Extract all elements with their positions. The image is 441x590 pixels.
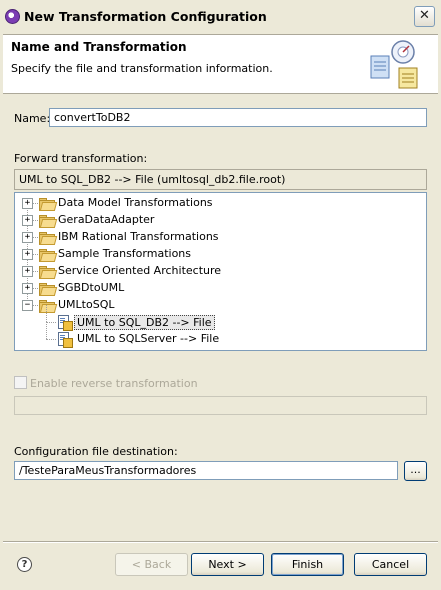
folder-icon xyxy=(39,232,58,245)
name-input[interactable]: convertToDB2 xyxy=(49,108,427,127)
tree-connector-line xyxy=(33,254,38,255)
tree-node-label: SGBDtoUML xyxy=(58,281,125,294)
tree-folder-node[interactable]: + Data Model Transformations xyxy=(15,195,426,212)
tree-connector-line xyxy=(46,322,56,323)
tree-connector-line xyxy=(33,305,38,306)
tree-node-label: Service Oriented Architecture xyxy=(58,264,222,277)
selected-transformation-display: UML to SQL_DB2 --> File (umltosql_db2.fi… xyxy=(14,169,427,190)
collapse-icon[interactable]: − xyxy=(22,300,33,311)
folder-icon xyxy=(39,249,58,262)
transformation-icon xyxy=(58,332,73,348)
tree-connector-line xyxy=(33,220,38,221)
tree-node-label: UML to SQL_DB2 --> File xyxy=(74,315,215,330)
tree-connector-line xyxy=(33,288,38,289)
expand-icon[interactable]: + xyxy=(22,266,33,277)
expand-icon[interactable]: + xyxy=(22,198,33,209)
app-icon xyxy=(5,9,20,24)
tree-node-label: Data Model Transformations xyxy=(58,196,213,209)
next-button[interactable]: Next > xyxy=(191,553,264,576)
tree-connector-line xyxy=(33,271,38,272)
page-title: Name and Transformation xyxy=(11,40,187,54)
tree-connector-line xyxy=(33,203,38,204)
tree-node-label: IBM Rational Transformations xyxy=(58,230,219,243)
forward-transformation-label: Forward transformation: xyxy=(14,152,148,165)
expand-icon[interactable]: + xyxy=(22,215,33,226)
wizard-banner-icon xyxy=(370,40,418,89)
finish-button[interactable]: Finish xyxy=(271,553,344,576)
destination-label: Configuration file destination: xyxy=(14,445,178,458)
close-button[interactable]: ✕ xyxy=(414,6,435,27)
transformation-tree[interactable]: + Data Model Transformations + GeraDataAdap… xyxy=(14,192,427,351)
tree-node-label: GeraDataAdapter xyxy=(58,213,155,226)
expand-icon[interactable]: + xyxy=(22,249,33,260)
reverse-transformation-field xyxy=(14,396,427,415)
destination-input[interactable]: /TesteParaMeusTransformadores xyxy=(14,461,398,480)
tree-connector-line xyxy=(33,237,38,238)
expand-icon[interactable]: + xyxy=(22,283,33,294)
name-label: Name: xyxy=(14,112,51,125)
tree-connector-line xyxy=(46,322,47,339)
folder-icon xyxy=(39,215,58,228)
cancel-button[interactable]: Cancel xyxy=(354,553,427,576)
browse-button[interactable]: ... xyxy=(404,461,427,481)
expand-icon[interactable]: + xyxy=(22,232,33,243)
back-button[interactable]: < Back xyxy=(115,553,188,576)
button-bar-divider xyxy=(3,541,438,543)
tree-folder-node[interactable]: + Service Oriented Architecture xyxy=(15,263,426,280)
tree-folder-node[interactable]: + IBM Rational Transformations xyxy=(15,229,426,246)
tree-folder-node[interactable]: + Sample Transformations xyxy=(15,246,426,263)
page-description: Specify the file and transformation info… xyxy=(11,62,273,75)
tree-node-label: UML to SQLServer --> File xyxy=(77,332,220,345)
help-icon[interactable]: ? xyxy=(17,557,32,572)
reverse-transformation-label: Enable reverse transformation xyxy=(30,377,198,390)
folder-icon xyxy=(39,283,58,296)
folder-icon xyxy=(39,198,58,211)
tree-folder-node[interactable]: + GeraDataAdapter xyxy=(15,212,426,229)
tree-transformation-node[interactable]: UML to SQLServer --> File xyxy=(15,322,426,348)
tree-node-label: Sample Transformations xyxy=(58,247,191,260)
reverse-transformation-checkbox[interactable] xyxy=(14,376,27,389)
transformation-icon xyxy=(58,315,73,331)
tree-transformation-node[interactable]: UML to SQL_DB2 --> File xyxy=(15,305,426,331)
folder-icon xyxy=(39,266,58,279)
tree-connector-line xyxy=(46,305,47,322)
tree-node-label: UMLtoSQL xyxy=(58,298,115,311)
title-bar[interactable]: New Transformation Configuration ✕ xyxy=(0,0,441,34)
tree-folder-node[interactable]: + SGBDtoUML xyxy=(15,280,426,297)
tree-folder-node[interactable]: − UMLtoSQL xyxy=(15,297,426,314)
tree-connector-line xyxy=(46,339,56,340)
window-title: New Transformation Configuration xyxy=(24,9,267,24)
wizard-banner: Name and Transformation Specify the file… xyxy=(3,34,438,94)
